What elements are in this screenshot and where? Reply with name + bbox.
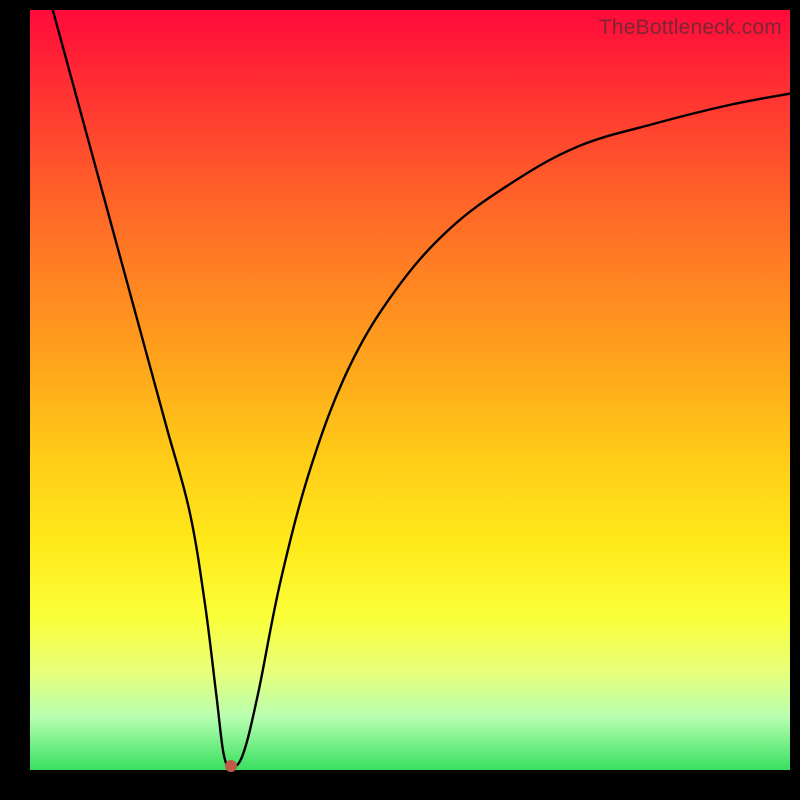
chart-frame: TheBottleneck.com [0,0,800,800]
plot-area: TheBottleneck.com [30,10,790,770]
minimum-marker [225,760,237,772]
curve-layer [30,10,790,770]
bottleneck-curve [53,10,790,766]
